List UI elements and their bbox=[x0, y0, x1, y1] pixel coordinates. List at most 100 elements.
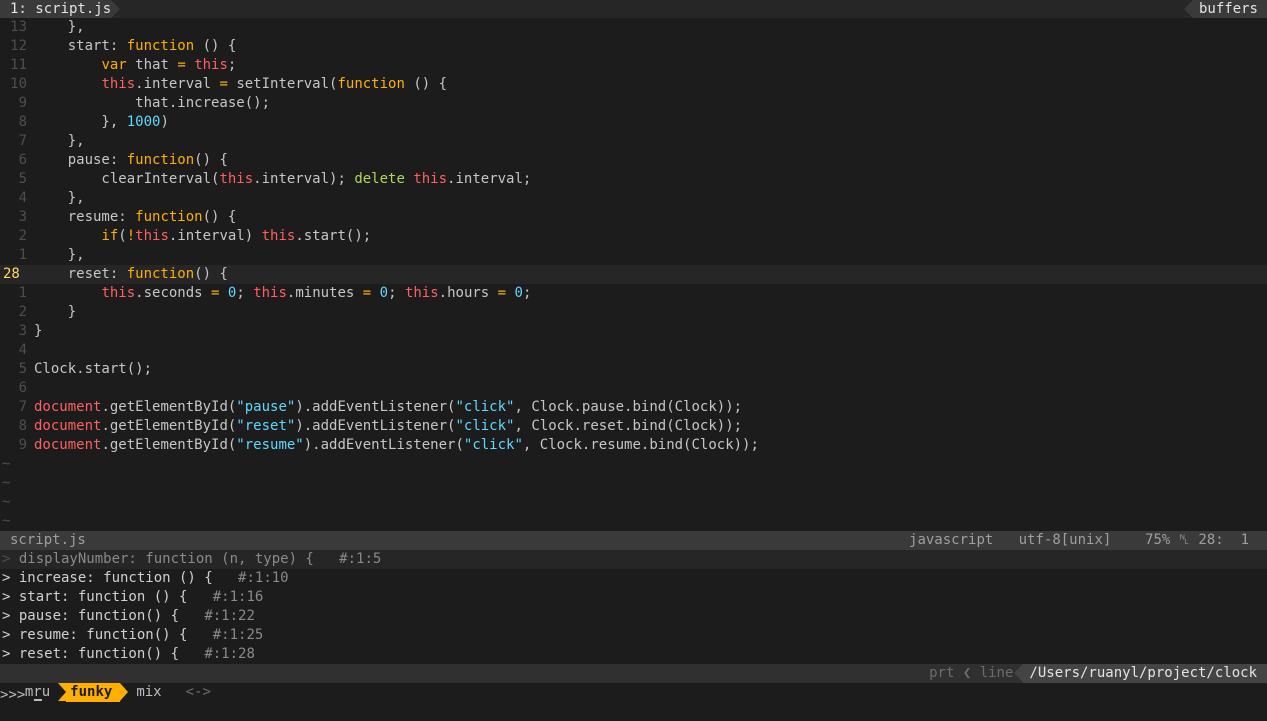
line-number: 7 bbox=[18, 133, 27, 149]
function-signature: displayNumber: function (n, type) { bbox=[18, 551, 314, 567]
code-line[interactable]: 2 if(!this.interval) this.start(); bbox=[0, 227, 1267, 246]
code-line[interactable]: 5 clearInterval(this.interval); delete t… bbox=[0, 170, 1267, 189]
line-number: 4 bbox=[18, 342, 27, 358]
status-encoding: utf-8[unix] bbox=[1018, 532, 1112, 548]
line-number: 10 bbox=[10, 76, 27, 92]
code-line[interactable]: 11 var that = this; bbox=[0, 56, 1267, 75]
code-text: } bbox=[34, 304, 77, 320]
chevron-right-icon: > bbox=[2, 589, 19, 605]
line-number: 9 bbox=[18, 437, 27, 453]
line-number: 11 bbox=[10, 57, 27, 73]
line-number: 6 bbox=[18, 152, 27, 168]
code-text: resume: function() { bbox=[34, 209, 237, 225]
code-text: } bbox=[34, 323, 43, 339]
line-number: 5 bbox=[18, 361, 27, 377]
funky-result-item[interactable]: > displayNumber: function (n, type) { #:… bbox=[0, 550, 1267, 569]
working-directory: /Users/ruanyl/project/clock bbox=[1014, 664, 1267, 683]
function-signature: pause: function() { bbox=[18, 608, 180, 624]
line-number: 4 bbox=[18, 190, 27, 206]
code-text: }, bbox=[34, 190, 85, 206]
code-line[interactable]: 13 }, bbox=[0, 18, 1267, 37]
line-number: 9 bbox=[18, 95, 27, 111]
line-number: 2 bbox=[18, 228, 27, 244]
code-line[interactable]: 6 pause: function() { bbox=[0, 151, 1267, 170]
code-text: document.getElementById("resume").addEve… bbox=[34, 437, 759, 453]
funky-result-item[interactable]: > pause: function() { #:1:22 bbox=[0, 607, 1267, 626]
tabline: 1: script.js buffers bbox=[0, 0, 1267, 18]
funky-result-item[interactable]: > increase: function () { #:1:10 bbox=[0, 569, 1267, 588]
code-line[interactable]: 7 document.getElementById("pause").addEve… bbox=[0, 398, 1267, 417]
code-line[interactable]: 4 bbox=[0, 341, 1267, 360]
code-line[interactable]: 10 this.interval = setInterval(function … bbox=[0, 75, 1267, 94]
code-line[interactable]: 5 Clock.start(); bbox=[0, 360, 1267, 379]
code-line-current[interactable]: 28 reset: function() { bbox=[0, 265, 1267, 284]
line-number: 28 bbox=[3, 266, 20, 282]
chevron-left-icon: ❮ bbox=[962, 665, 972, 681]
line-number: 13 bbox=[10, 19, 27, 35]
code-line[interactable]: 2 } bbox=[0, 303, 1267, 322]
code-text: }, bbox=[34, 247, 85, 263]
line-number-icon: ␤ bbox=[1178, 532, 1190, 548]
ctrlp-statusbar: mru funky mix <-> prt ❮ line/Users/ruanyl/p… bbox=[0, 664, 1267, 702]
funky-result-item[interactable]: > start: function () { #:1:16 bbox=[0, 588, 1267, 607]
statusline: script.js javascript utf-8[unix] 75% ␤ 2… bbox=[0, 531, 1267, 550]
buffers-label: buffers bbox=[1183, 0, 1267, 18]
code-line[interactable]: 9 that.increase(); bbox=[0, 94, 1267, 113]
prt-label: prt bbox=[929, 665, 955, 681]
code-line[interactable]: 4 }, bbox=[0, 189, 1267, 208]
code-line[interactable]: 8 }, 1000) bbox=[0, 113, 1267, 132]
funky-result-item[interactable]: > reset: function() { #:1:28 bbox=[0, 645, 1267, 664]
mode-mru[interactable]: mru bbox=[17, 683, 58, 702]
code-text: start: function () { bbox=[34, 38, 237, 54]
code-line[interactable]: 1 }, bbox=[0, 246, 1267, 265]
code-text: pause: function() { bbox=[34, 152, 228, 168]
code-line[interactable]: 9 document.getElementById("resume").addEv… bbox=[0, 436, 1267, 455]
code-text: that.increase(); bbox=[34, 95, 271, 111]
line-number: 3 bbox=[18, 323, 27, 339]
status-right: javascript utf-8[unix] 75% ␤ 28: 1 bbox=[909, 531, 1249, 550]
function-location: #:1:28 bbox=[204, 646, 255, 662]
line-number: 6 bbox=[18, 380, 27, 396]
mode-mix[interactable]: mix bbox=[128, 683, 169, 702]
code-text: this.interval = setInterval(function () … bbox=[101, 76, 448, 92]
line-number: 2 bbox=[18, 304, 27, 320]
code-line[interactable]: 8 document.getElementById("reset").addEve… bbox=[0, 417, 1267, 436]
code-text: document.getElementById("pause").addEven… bbox=[34, 399, 743, 415]
code-text: }, bbox=[34, 19, 85, 35]
code-text: }, 1000) bbox=[34, 114, 169, 130]
funky-result-item[interactable]: > resume: function() { #:1:25 bbox=[0, 626, 1267, 645]
chevron-right-icon: > bbox=[2, 570, 19, 586]
funky-results-list: > displayNumber: function (n, type) { #:… bbox=[0, 550, 1267, 664]
mode-funky[interactable]: funky bbox=[58, 683, 129, 702]
chevron-right-icon: > bbox=[2, 608, 19, 624]
code-text: if(!this.interval) this.start(); bbox=[101, 228, 372, 244]
line-number: 1 bbox=[18, 247, 27, 263]
function-location: #:1:10 bbox=[238, 570, 289, 586]
code-line[interactable]: 12 start: function () { bbox=[0, 37, 1267, 56]
code-line[interactable]: 3 resume: function() { bbox=[0, 208, 1267, 227]
chevron-right-icon: > bbox=[2, 646, 19, 662]
function-signature: resume: function() { bbox=[18, 627, 188, 643]
code-line[interactable]: 6 bbox=[0, 379, 1267, 398]
code-text: clearInterval(this.interval); delete thi… bbox=[34, 171, 532, 187]
function-signature: reset: function() { bbox=[18, 646, 180, 662]
ctrlp-right: prt ❮ line/Users/ruanyl/project/clock bbox=[929, 664, 1267, 683]
function-signature: start: function () { bbox=[18, 589, 188, 605]
function-location: #:1:25 bbox=[212, 627, 264, 643]
status-filename: script.js bbox=[10, 532, 86, 548]
function-location: #:1:16 bbox=[212, 589, 264, 605]
line-label: line bbox=[979, 665, 1014, 681]
chevron-right-icon: > bbox=[2, 627, 19, 643]
empty-line-tilde: ~ bbox=[2, 513, 11, 529]
tab-script-js[interactable]: 1: script.js bbox=[0, 0, 121, 18]
code-text: document.getElementById("reset").addEven… bbox=[34, 418, 743, 434]
code-text: Clock.start(); bbox=[34, 361, 153, 377]
empty-line-tilde: ~ bbox=[2, 494, 11, 510]
code-editor[interactable]: 13 }, 12 start: function () {11 var that … bbox=[0, 18, 1267, 531]
code-line[interactable]: 1 this.seconds = 0; this.minutes = 0; th… bbox=[0, 284, 1267, 303]
code-line[interactable]: 3} bbox=[0, 322, 1267, 341]
line-number: 8 bbox=[18, 418, 27, 434]
code-line[interactable]: 7 }, bbox=[0, 132, 1267, 151]
code-text: reset: function() { bbox=[34, 266, 228, 282]
empty-line-tilde: ~ bbox=[2, 456, 11, 472]
